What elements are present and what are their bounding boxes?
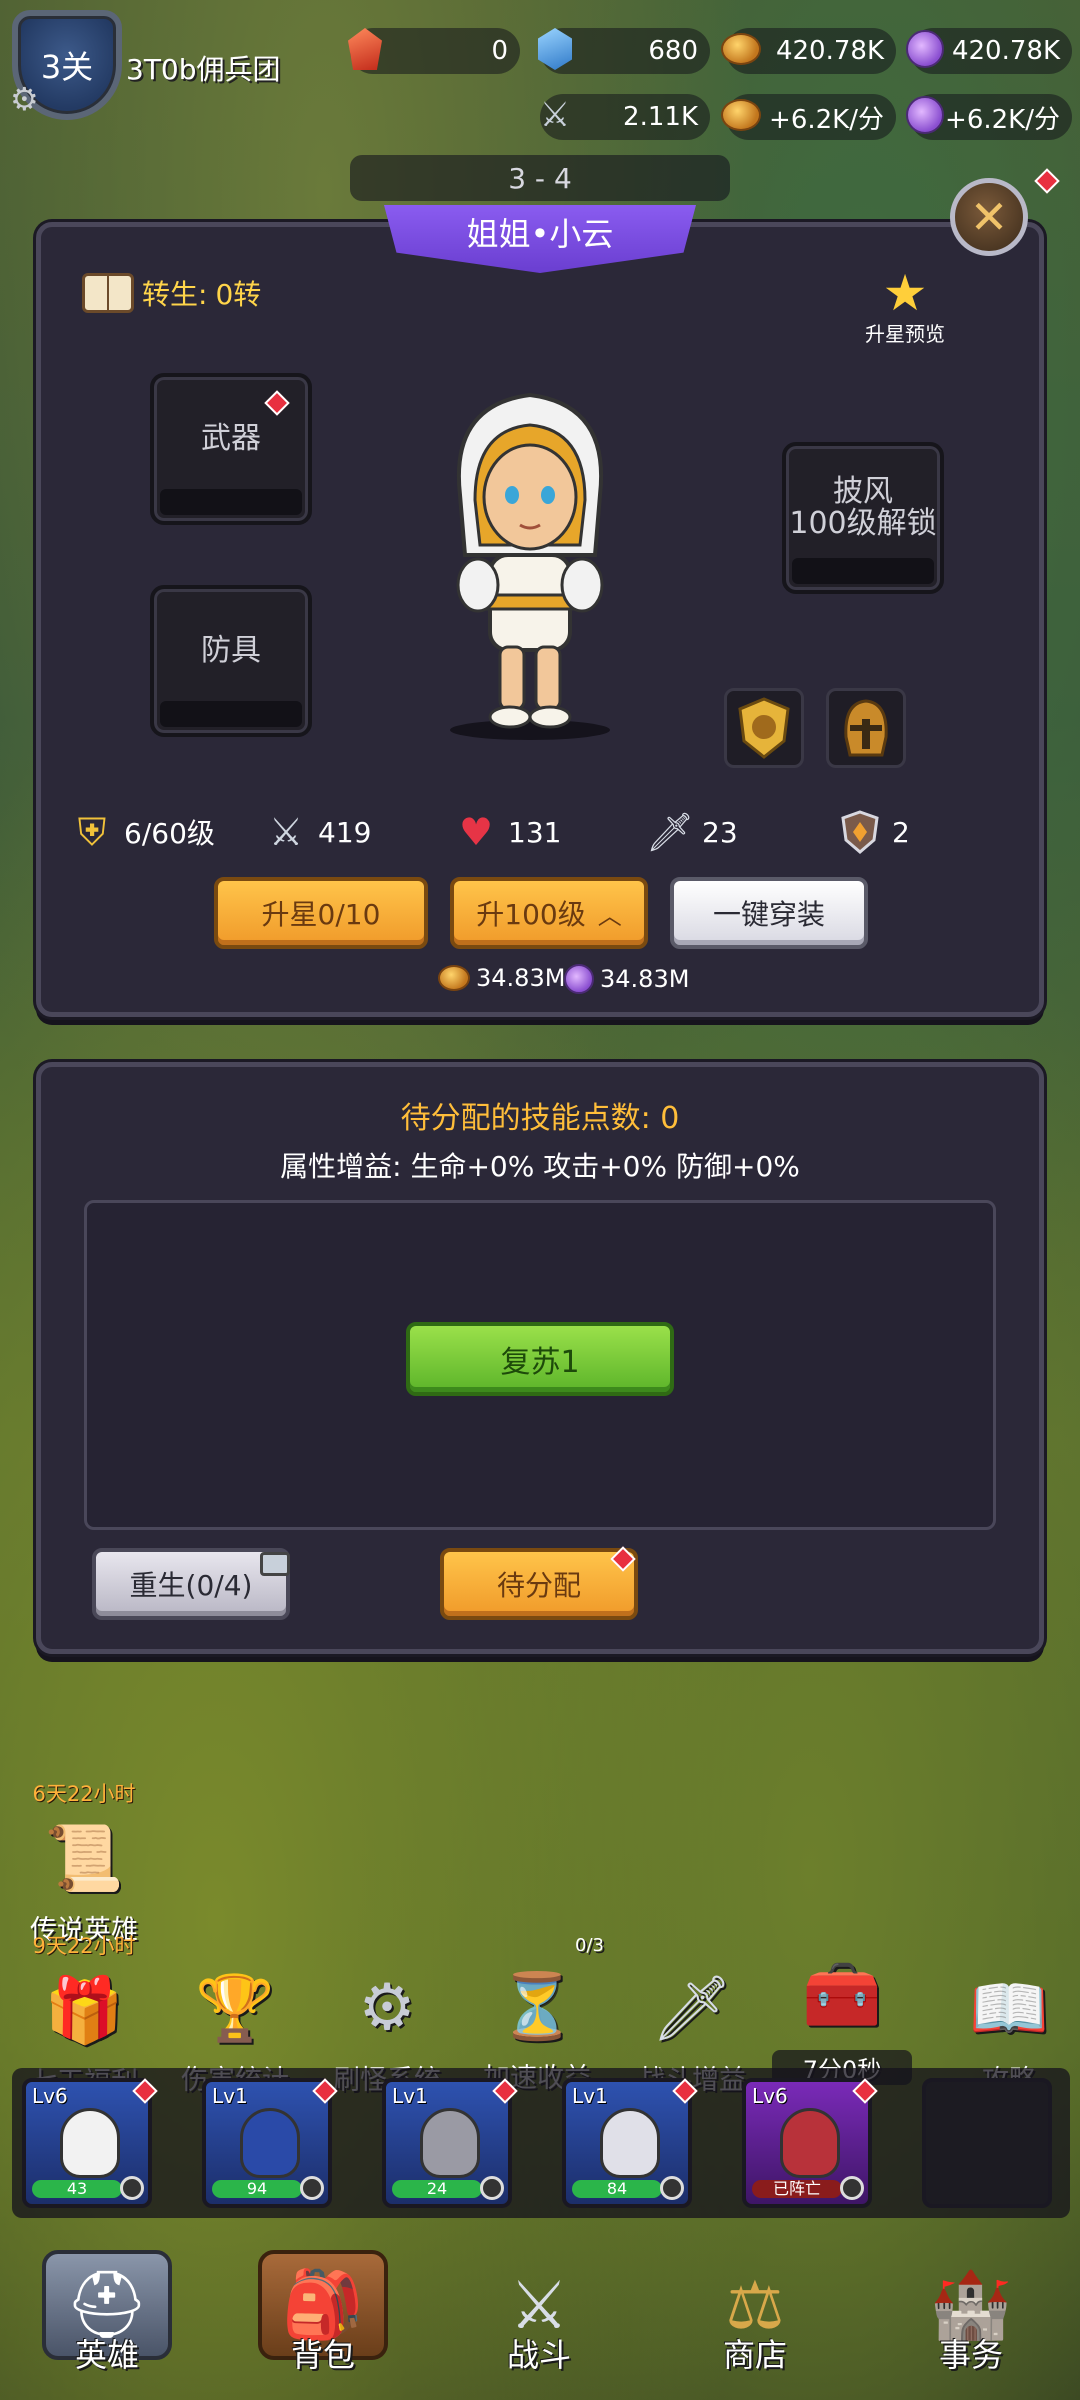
potion-cost: 34.83M [564,964,689,994]
revive-button[interactable]: 复苏1 [406,1322,674,1396]
star-preview-button[interactable]: ★ 升星预览 [850,268,960,347]
heart-icon: ♥ [458,810,494,854]
gold-rate: +6.2K/分 [721,94,896,140]
hero-avatar [60,2108,120,2178]
nav-hero[interactable]: ⛑ 英雄 [32,2250,182,2390]
skill-points-label: 待分配的技能点数: 0 [400,1101,680,1136]
hero-avatar [600,2108,660,2178]
chevron-up-icon: ︿ [597,901,622,930]
hero-slot-3[interactable]: Lv1 24 [382,2078,512,2208]
star-up-button[interactable]: 升星0/10 [214,877,428,949]
potion-rate: +6.2K/分 [906,94,1072,140]
eye-icon[interactable] [480,2176,504,2200]
winged-level-icon: ⛨ [77,809,107,854]
attribute-bonus-label: 属性增益: 生命+0% 攻击+0% 防御+0% [280,1150,800,1183]
blue-gem-icon [532,24,578,74]
gold-cost: 34.83M [438,964,565,992]
hero-portrait [450,392,610,740]
damage-stat: 🗡 23 [645,809,738,854]
legend-hero-timer: 6天22小时 [32,1782,136,1806]
eye-icon[interactable] [840,2176,864,2200]
hero-name: 姐姐•小云 [466,215,614,253]
nav-bag[interactable]: 🎒 背包 [248,2250,398,2390]
gold-counter[interactable]: 420.78K [721,28,896,74]
hero-avatar [240,2108,300,2178]
tv-icon [260,1552,290,1576]
gold-coin-icon [718,90,764,140]
speed-income-badge: 0/3 [575,1935,604,1956]
book-icon [82,273,134,313]
attack-stat: ⚔ 419 [262,810,372,854]
eye-icon[interactable] [120,2176,144,2200]
open-book-icon: 📖 [969,1971,1049,2046]
stage-number: 3关 [40,48,94,86]
chest-feature[interactable]: 🧰 7分0秒 [772,1938,912,2085]
hero-avatar [420,2108,480,2178]
guild-name: 3T0b佣兵团 [126,53,281,86]
hero-avatar [780,2108,840,2178]
nav-shop[interactable]: ⚖ 商店 [680,2250,830,2390]
armor-slot[interactable]: 防具 [150,585,312,737]
scroll-icon: 📜 [44,1821,124,1896]
shield-icon [836,810,884,854]
helmet-icon[interactable] [826,688,906,768]
equip-all-button[interactable]: 一键穿装 [670,877,868,949]
hp-stat: ♥ 131 [452,810,562,854]
eye-icon[interactable] [660,2176,684,2200]
hero-slot-4[interactable]: Lv1 84 [562,2078,692,2208]
star-icon: ★ [882,264,928,322]
rebirth-info: 转生: 0转 [82,273,261,313]
hero-slot-empty[interactable] [922,2078,1052,2208]
settings-gear-icon[interactable]: ⚙ [10,80,39,118]
weapon-slot[interactable]: 武器 [150,373,312,525]
hero-slot-1[interactable]: Lv6 43 [22,2078,152,2208]
sword-icon: 🗡 [645,809,695,854]
legend-hero-feature[interactable]: 6天22小时 📜 传说英雄 [14,1778,154,1947]
defense-stat: 2 [836,810,910,854]
cloak-slot[interactable]: 披风 100级解锁 [782,442,944,594]
battle-power-counter: ⚔ 2.11K [540,94,710,140]
hero-slot-2[interactable]: Lv1 94 [202,2078,332,2208]
hero-slot-5[interactable]: Lv6 已阵亡 [742,2078,872,2208]
sword-lock-icon: 🗡 [651,1971,733,2046]
nav-affairs[interactable]: 🏰 事务 [896,2250,1046,2390]
seven-day-timer: 9天22小时 [32,1934,136,1958]
purple-potion-icon [902,90,948,140]
gear-lock-icon: ⚙ [358,1971,416,2045]
treasure-icon: 🎁 [44,1973,124,2048]
crossed-swords-icon: ⚔ [268,810,304,854]
treasure-chest-icon: 🧰 [802,1957,882,2032]
red-gem-counter[interactable]: 0 [348,28,520,74]
level-stat: ⛨ 6/60级 [68,810,215,854]
hourglass-icon: ⏳ [497,1969,577,2044]
blue-gem-counter[interactable]: 680 [538,28,710,74]
assign-points-button[interactable]: 待分配 [440,1548,638,1620]
trophy-chart-icon: 🏆 [195,1971,275,2046]
nav-battle[interactable]: ⚔ 战斗 [464,2250,614,2390]
close-button[interactable]: ✕ [950,178,1028,256]
stage-progress: 3 - 4 [350,155,730,201]
purple-potion-icon [902,24,948,74]
crossed-swords-icon: ⚔ [539,95,571,135]
notification-dot [1034,168,1060,194]
red-gem-icon [342,24,388,74]
purple-potion-icon [564,964,594,994]
hero-lineup-bar [12,2068,1070,2218]
gold-coin-icon [718,24,764,74]
level-up-button[interactable]: 升100级 ︿ [450,877,648,949]
eye-icon[interactable] [300,2176,324,2200]
lion-emblem-icon[interactable] [724,688,804,768]
close-icon: ✕ [969,190,1009,244]
potion-counter[interactable]: 420.78K [906,28,1072,74]
gold-coin-icon [438,965,470,991]
